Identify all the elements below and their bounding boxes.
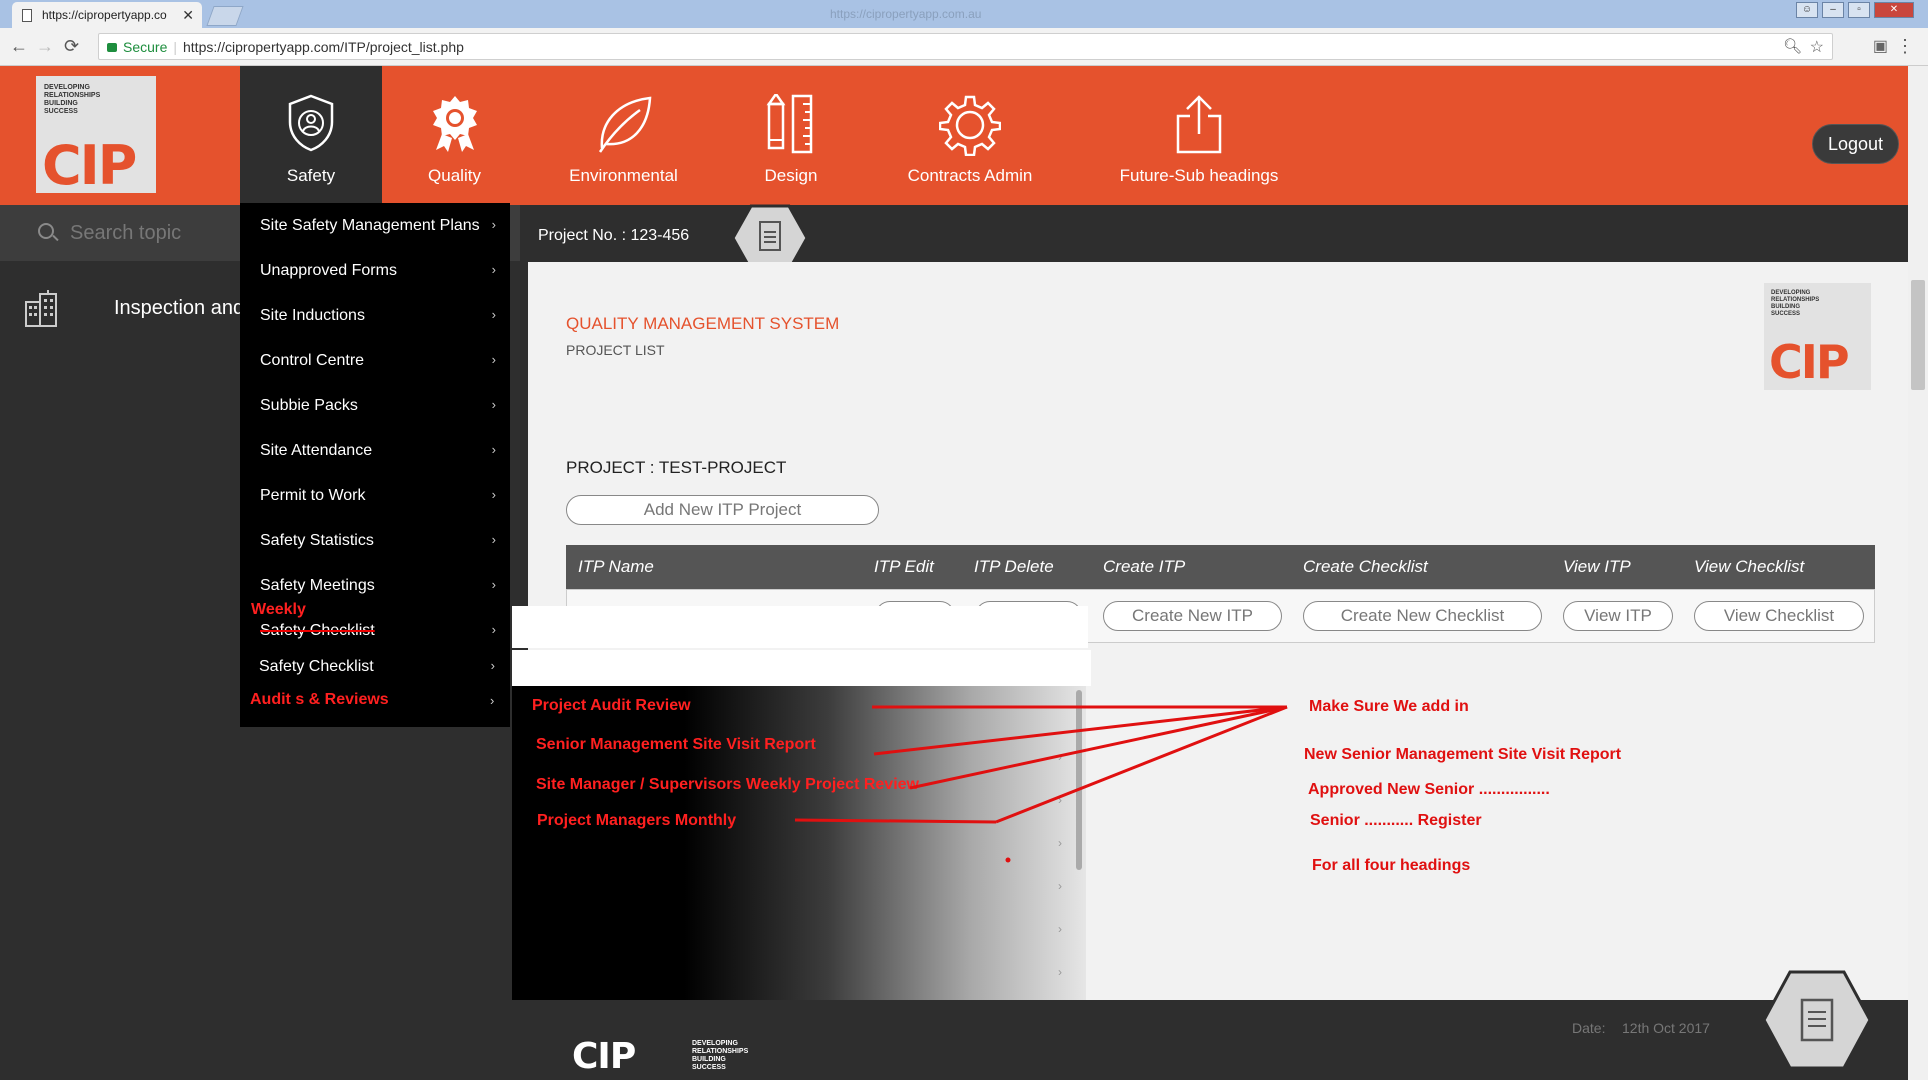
annotation-text: Senior ........... Register <box>1310 812 1482 829</box>
date-value: 12th Oct 2017 <box>1622 1020 1710 1036</box>
annotation-text: Approved New Senior ................ <box>1308 781 1550 798</box>
footer-tagline: DEVELOPING RELATIONSHIPS BUILDING SUCCESS <box>692 1040 749 1071</box>
annotation-lines <box>794 705 1288 863</box>
footer <box>0 1000 1928 1080</box>
date-label: Date: <box>1572 1020 1606 1036</box>
scrollbar-thumb[interactable] <box>1911 280 1925 390</box>
annotation-text: Make Sure We add in <box>1309 698 1469 715</box>
footer-logo: CIP <box>572 1036 636 1077</box>
document-icon[interactable] <box>1762 970 1872 1070</box>
annotation-text: New Senior Management Site Visit Report <box>1304 746 1622 763</box>
annotation-text: For all four headings <box>1312 857 1471 874</box>
page-scrollbar[interactable] <box>1908 66 1928 1080</box>
